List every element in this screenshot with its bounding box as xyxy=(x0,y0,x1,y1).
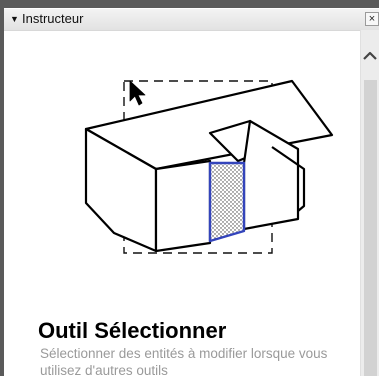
main-front-wall xyxy=(154,159,212,253)
selected-face xyxy=(208,161,246,243)
panel-titlebar[interactable]: ▼ Instructeur × xyxy=(4,8,379,30)
collapse-triangle-icon[interactable]: ▼ xyxy=(10,13,19,25)
instructor-content: Outil Sélectionner Sélectionner des enti… xyxy=(4,30,360,376)
close-icon[interactable]: × xyxy=(365,12,379,26)
panel-title: Instructeur xyxy=(22,11,84,26)
tool-title: Outil Sélectionner xyxy=(38,318,227,343)
select-tool-illustration xyxy=(84,79,334,254)
arrow-cursor-icon xyxy=(129,80,146,106)
vertical-scrollbar[interactable] xyxy=(360,30,379,376)
instructor-window: ▼ Instructeur × Outil Sélectionner Sélec… xyxy=(0,0,379,376)
tool-description: Sélectionner des entités à modifier lors… xyxy=(40,346,328,376)
scroll-thumb[interactable] xyxy=(364,80,377,376)
chevron-up-icon[interactable] xyxy=(361,48,379,64)
